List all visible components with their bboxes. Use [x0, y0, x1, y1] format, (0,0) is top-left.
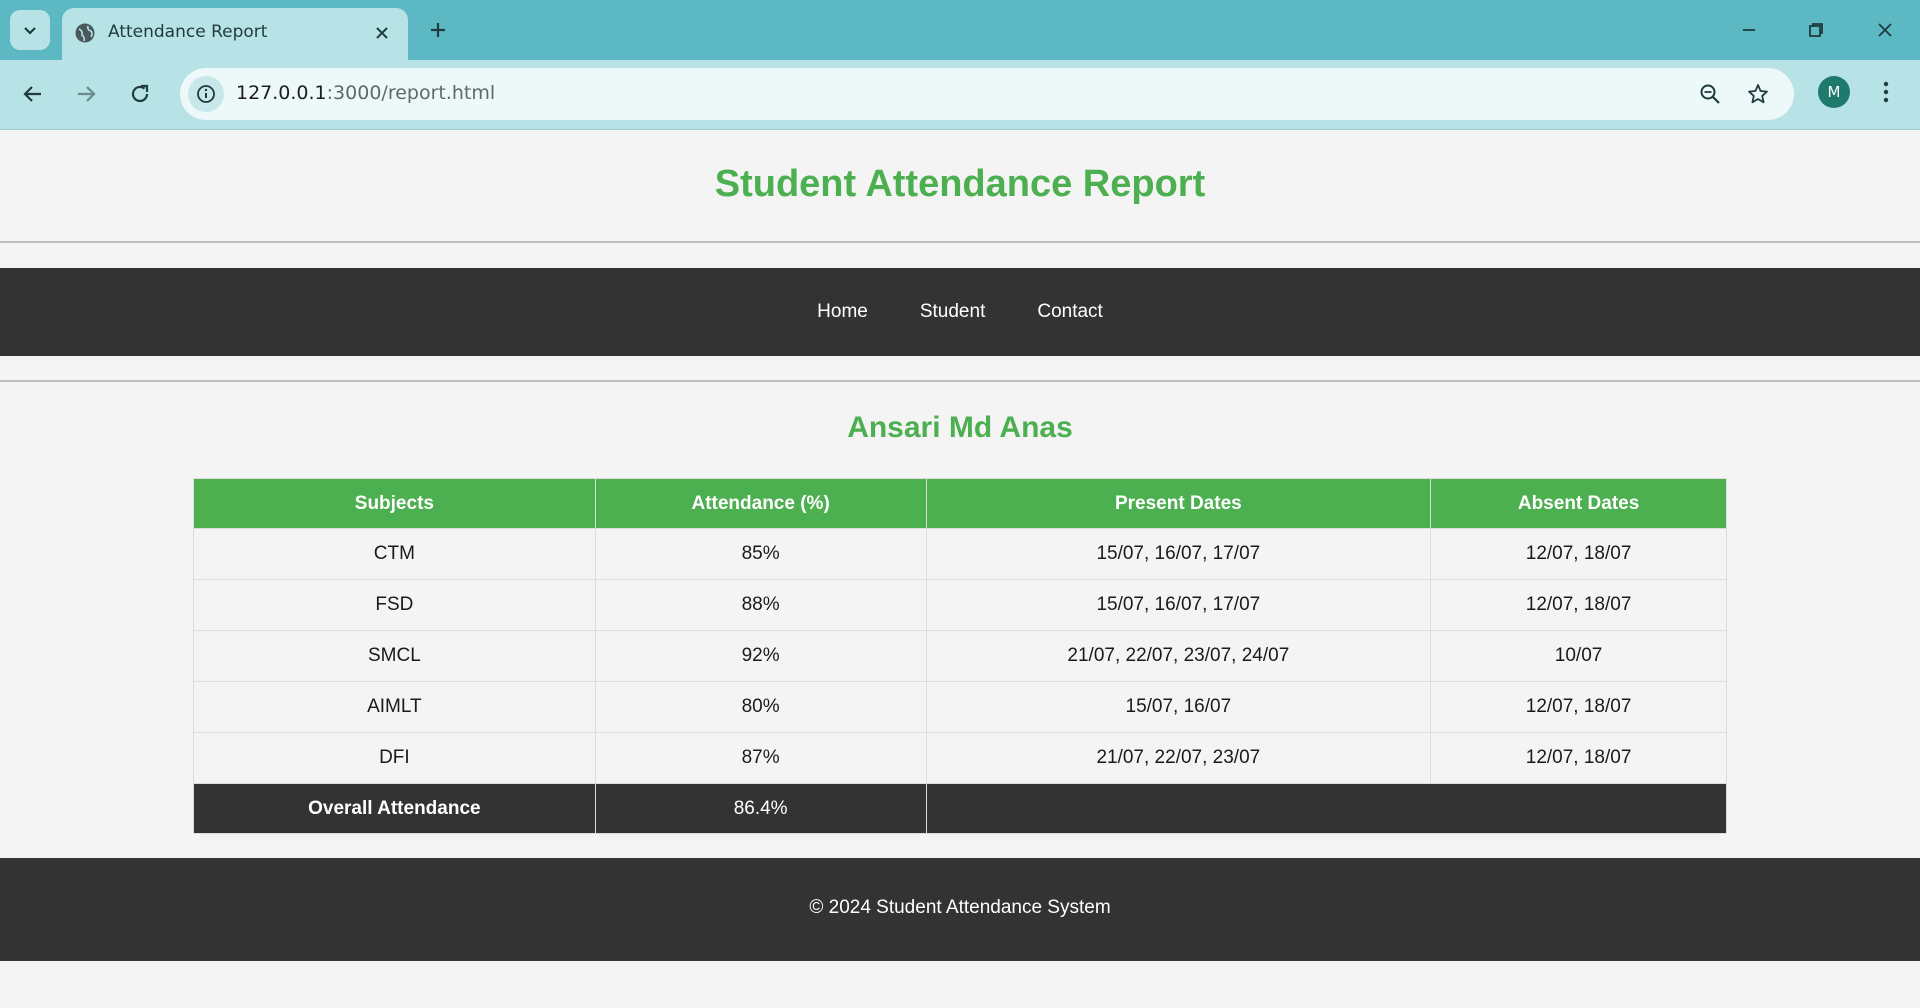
browser-toolbar: 127.0.0.1:3000/report.html M	[0, 60, 1920, 130]
overall-label: Overall Attendance	[193, 783, 596, 834]
cell-absent-dates: 12/07, 18/07	[1430, 528, 1727, 580]
cell-subject: FSD	[193, 579, 596, 631]
page-content: Student Attendance Report Home Student C…	[0, 131, 1920, 1008]
column-header-attendance: Attendance (%)	[594, 478, 927, 529]
tab-strip: Attendance Report	[0, 0, 1920, 60]
cell-subject: CTM	[193, 528, 596, 580]
page-header: Student Attendance Report	[0, 131, 1920, 243]
cell-attendance: 80%	[594, 681, 927, 733]
url-host: 127.0.0.1	[236, 82, 327, 104]
cell-attendance: 92%	[594, 630, 927, 682]
cell-absent-dates: 12/07, 18/07	[1430, 681, 1727, 733]
section-divider	[0, 380, 1920, 382]
tab-close-button[interactable]	[370, 21, 394, 45]
site-info-button[interactable]	[188, 76, 224, 112]
close-icon	[376, 27, 388, 39]
page-title: Student Attendance Report	[714, 163, 1206, 205]
column-header-present-dates: Present Dates	[925, 478, 1432, 529]
star-icon	[1748, 84, 1768, 104]
forward-button[interactable]	[66, 74, 106, 114]
cell-attendance: 85%	[594, 528, 927, 580]
address-bar[interactable]: 127.0.0.1:3000/report.html	[180, 68, 1794, 120]
navbar: Home Student Contact	[0, 268, 1920, 356]
url-text[interactable]: 127.0.0.1:3000/report.html	[236, 82, 495, 104]
minimize-icon	[1743, 29, 1755, 31]
table-header-row: Subjects Attendance (%) Present Dates Ab…	[193, 478, 1727, 529]
cell-absent-dates: 12/07, 18/07	[1430, 579, 1727, 631]
cell-absent-dates: 10/07	[1430, 630, 1727, 682]
student-name: Ansari Md Anas	[847, 411, 1073, 444]
plus-icon	[431, 23, 445, 37]
table-row: CTM 85% 15/07, 16/07, 17/07 12/07, 18/07	[193, 528, 1727, 580]
cell-present-dates: 21/07, 22/07, 23/07	[925, 732, 1432, 784]
overall-value: 86.4%	[594, 783, 927, 834]
new-tab-button[interactable]	[422, 14, 454, 46]
overall-row: Overall Attendance 86.4%	[193, 783, 1728, 834]
cell-present-dates: 15/07, 16/07	[925, 681, 1432, 733]
column-header-absent-dates: Absent Dates	[1430, 478, 1727, 529]
back-button[interactable]	[13, 74, 53, 114]
table-row: DFI 87% 21/07, 22/07, 23/07 12/07, 18/07	[193, 732, 1727, 784]
cell-present-dates: 21/07, 22/07, 23/07, 24/07	[925, 630, 1432, 682]
active-tab[interactable]: Attendance Report	[62, 8, 408, 60]
cell-attendance: 87%	[594, 732, 927, 784]
nav-link-home[interactable]: Home	[791, 301, 894, 323]
zoom-out-icon	[1700, 84, 1720, 104]
table-row: FSD 88% 15/07, 16/07, 17/07 12/07, 18/07	[193, 579, 1727, 631]
chevron-down-icon	[24, 27, 36, 35]
tab-title: Attendance Report	[108, 22, 268, 42]
cell-subject: DFI	[193, 732, 596, 784]
arrow-left-icon	[23, 86, 41, 102]
globe-icon	[75, 23, 95, 43]
nav-link-contact[interactable]: Contact	[1011, 301, 1128, 323]
close-window-button[interactable]	[1862, 10, 1908, 50]
kebab-menu-icon	[1883, 81, 1889, 103]
url-path: :3000/report.html	[326, 82, 496, 104]
page-footer: © 2024 Student Attendance System	[0, 858, 1920, 961]
cell-subject: AIMLT	[193, 681, 596, 733]
reload-icon	[131, 84, 149, 103]
browser-menu-button[interactable]	[1870, 76, 1902, 108]
attendance-table: Subjects Attendance (%) Present Dates Ab…	[193, 478, 1728, 834]
footer-text: © 2024 Student Attendance System	[809, 897, 1111, 918]
overall-empty-cell	[925, 783, 1728, 834]
bookmark-button[interactable]	[1742, 78, 1774, 110]
close-window-icon	[1878, 23, 1892, 37]
tab-search-button[interactable]	[10, 10, 50, 50]
zoom-button[interactable]	[1694, 78, 1726, 110]
nav-links: Home Student Contact	[0, 268, 1920, 356]
column-header-subjects: Subjects	[193, 478, 596, 529]
cell-absent-dates: 12/07, 18/07	[1430, 732, 1727, 784]
arrow-right-icon	[78, 86, 96, 102]
table-row: SMCL 92% 21/07, 22/07, 23/07, 24/07 10/0…	[193, 630, 1727, 682]
restore-icon	[1809, 23, 1823, 37]
reload-button[interactable]	[120, 74, 160, 114]
minimize-button[interactable]	[1726, 10, 1772, 50]
nav-link-student[interactable]: Student	[894, 301, 1012, 323]
restore-button[interactable]	[1793, 10, 1839, 50]
cell-present-dates: 15/07, 16/07, 17/07	[925, 528, 1432, 580]
cell-attendance: 88%	[594, 579, 927, 631]
table-row: AIMLT 80% 15/07, 16/07 12/07, 18/07	[193, 681, 1727, 733]
cell-present-dates: 15/07, 16/07, 17/07	[925, 579, 1432, 631]
profile-avatar[interactable]: M	[1818, 76, 1850, 108]
cell-subject: SMCL	[193, 630, 596, 682]
info-icon	[197, 85, 215, 103]
